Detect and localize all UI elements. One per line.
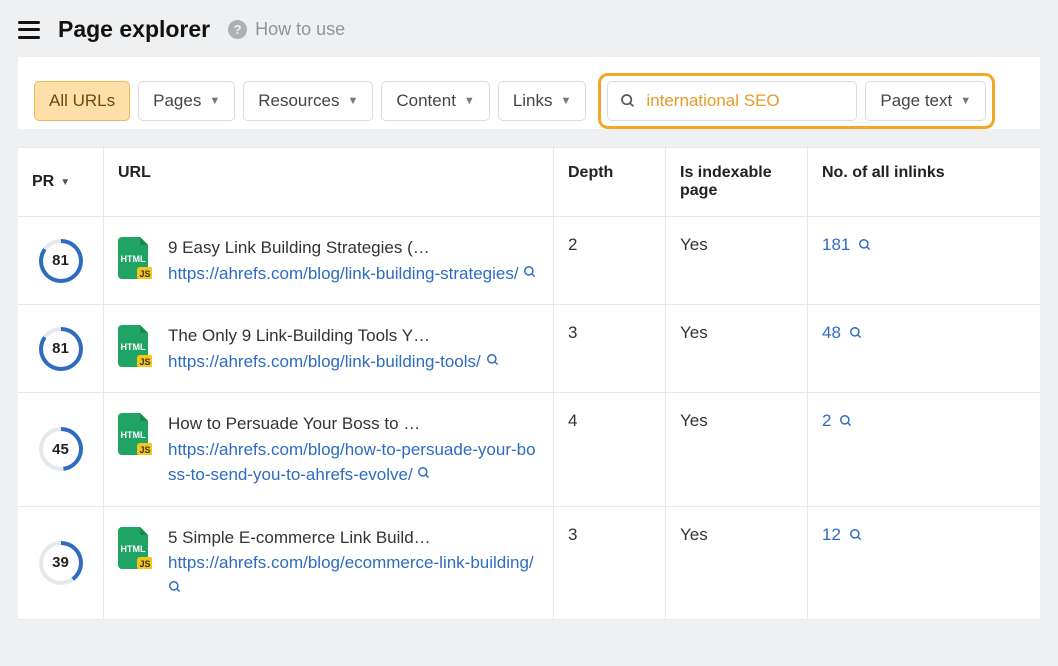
chevron-down-icon: ▼ <box>464 95 475 107</box>
table-row: 81 HTML JS The Only 9 Link-Building Tool… <box>18 305 1040 393</box>
html-file-icon: HTML JS <box>118 325 152 372</box>
svg-text:HTML: HTML <box>121 342 146 352</box>
inspect-inlinks-icon[interactable] <box>849 326 863 340</box>
filter-resources[interactable]: Resources▼ <box>243 81 373 121</box>
cell-url: HTML JS The Only 9 Link-Building Tools Y… <box>104 305 554 392</box>
cell-url: HTML JS 9 Easy Link Building Strategies … <box>104 217 554 304</box>
filter-pages[interactable]: Pages▼ <box>138 81 235 121</box>
table-row: 45 HTML JS How to Persuade Your Boss to … <box>18 393 1040 507</box>
filter-page-text[interactable]: Page text▼ <box>865 81 986 121</box>
cell-depth: 2 <box>554 217 666 304</box>
search-box[interactable]: ✕ <box>607 81 857 121</box>
chevron-down-icon: ▼ <box>347 95 358 107</box>
cell-depth: 4 <box>554 393 666 506</box>
cell-depth: 3 <box>554 507 666 620</box>
cell-indexable: Yes <box>666 305 808 392</box>
page-title-text: 9 Easy Link Building Strategies (… <box>168 235 539 261</box>
html-file-icon: HTML JS <box>118 413 152 460</box>
svg-text:JS: JS <box>139 559 150 569</box>
page-url-link[interactable]: https://ahrefs.com/blog/link-building-to… <box>168 352 481 371</box>
cell-inlinks: 48 <box>808 305 1040 392</box>
chevron-down-icon: ▼ <box>960 95 971 107</box>
table-row: 81 HTML JS 9 Easy Link Building Strategi… <box>18 217 1040 305</box>
how-to-use-link[interactable]: ? How to use <box>228 19 345 40</box>
chevron-down-icon: ▼ <box>209 95 220 107</box>
cell-indexable: Yes <box>666 507 808 620</box>
col-header-depth[interactable]: Depth <box>554 148 666 216</box>
page-url-link[interactable]: https://ahrefs.com/blog/link-building-st… <box>168 264 519 283</box>
inlinks-link[interactable]: 181 <box>822 235 872 255</box>
filter-bar: All URLs Pages▼ Resources▼ Content▼ Link… <box>34 73 1024 129</box>
filter-content[interactable]: Content▼ <box>381 81 489 121</box>
chevron-down-icon: ▼ <box>561 95 572 107</box>
table-header: PR▼ URL Depth Is indexable page No. of a… <box>18 147 1040 217</box>
page-title: Page explorer <box>58 16 210 43</box>
col-header-inlinks[interactable]: No. of all inlinks <box>808 148 1040 216</box>
help-icon: ? <box>228 20 247 39</box>
cell-pr: 81 <box>18 305 104 392</box>
inspect-inlinks-icon[interactable] <box>849 528 863 542</box>
pr-badge: 39 <box>39 541 83 585</box>
page-url-link[interactable]: https://ahrefs.com/blog/ecommerce-link-b… <box>168 553 534 572</box>
cell-url: HTML JS 5 Simple E-commerce Link Build… … <box>104 507 554 620</box>
hamburger-menu-icon[interactable] <box>18 21 40 39</box>
inspect-url-icon[interactable] <box>486 353 500 367</box>
page-url-link[interactable]: https://ahrefs.com/blog/how-to-persuade-… <box>168 440 536 485</box>
search-input[interactable] <box>646 91 867 111</box>
cell-inlinks: 12 <box>808 507 1040 620</box>
cell-inlinks: 181 <box>808 217 1040 304</box>
col-header-indexable[interactable]: Is indexable page <box>666 148 808 216</box>
cell-pr: 81 <box>18 217 104 304</box>
search-highlight-box: ✕ Page text▼ <box>598 73 995 129</box>
inspect-inlinks-icon[interactable] <box>839 414 853 428</box>
cell-indexable: Yes <box>666 217 808 304</box>
inspect-url-icon[interactable] <box>523 265 537 279</box>
search-icon <box>620 93 636 109</box>
html-file-icon: HTML JS <box>118 237 152 284</box>
svg-text:HTML: HTML <box>121 254 146 264</box>
inspect-url-icon[interactable] <box>168 580 182 594</box>
page-title-text: How to Persuade Your Boss to … <box>168 411 539 437</box>
svg-text:JS: JS <box>139 445 150 455</box>
cell-depth: 3 <box>554 305 666 392</box>
col-header-url[interactable]: URL <box>104 148 554 216</box>
inlinks-link[interactable]: 12 <box>822 525 863 545</box>
svg-text:JS: JS <box>139 357 150 367</box>
filter-all-urls[interactable]: All URLs <box>34 81 130 121</box>
inspect-url-icon[interactable] <box>417 466 431 480</box>
inspect-inlinks-icon[interactable] <box>858 238 872 252</box>
cell-inlinks: 2 <box>808 393 1040 506</box>
results-table: PR▼ URL Depth Is indexable page No. of a… <box>18 147 1040 620</box>
svg-text:HTML: HTML <box>121 430 146 440</box>
sort-desc-icon: ▼ <box>60 177 70 188</box>
pr-badge: 45 <box>39 427 83 471</box>
table-row: 39 HTML JS 5 Simple E-commerce Link Buil… <box>18 507 1040 621</box>
cell-indexable: Yes <box>666 393 808 506</box>
filter-links[interactable]: Links▼ <box>498 81 587 121</box>
svg-text:JS: JS <box>139 269 150 279</box>
col-header-pr[interactable]: PR▼ <box>18 148 104 216</box>
pr-badge: 81 <box>39 239 83 283</box>
page-title-text: 5 Simple E-commerce Link Build… <box>168 525 539 551</box>
inlinks-link[interactable]: 2 <box>822 411 853 431</box>
html-file-icon: HTML JS <box>118 527 152 574</box>
svg-text:HTML: HTML <box>121 544 146 554</box>
page-title-text: The Only 9 Link-Building Tools Y… <box>168 323 539 349</box>
inlinks-link[interactable]: 48 <box>822 323 863 343</box>
cell-pr: 45 <box>18 393 104 506</box>
how-to-use-label: How to use <box>255 19 345 40</box>
pr-badge: 81 <box>39 327 83 371</box>
cell-pr: 39 <box>18 507 104 620</box>
cell-url: HTML JS How to Persuade Your Boss to … h… <box>104 393 554 506</box>
